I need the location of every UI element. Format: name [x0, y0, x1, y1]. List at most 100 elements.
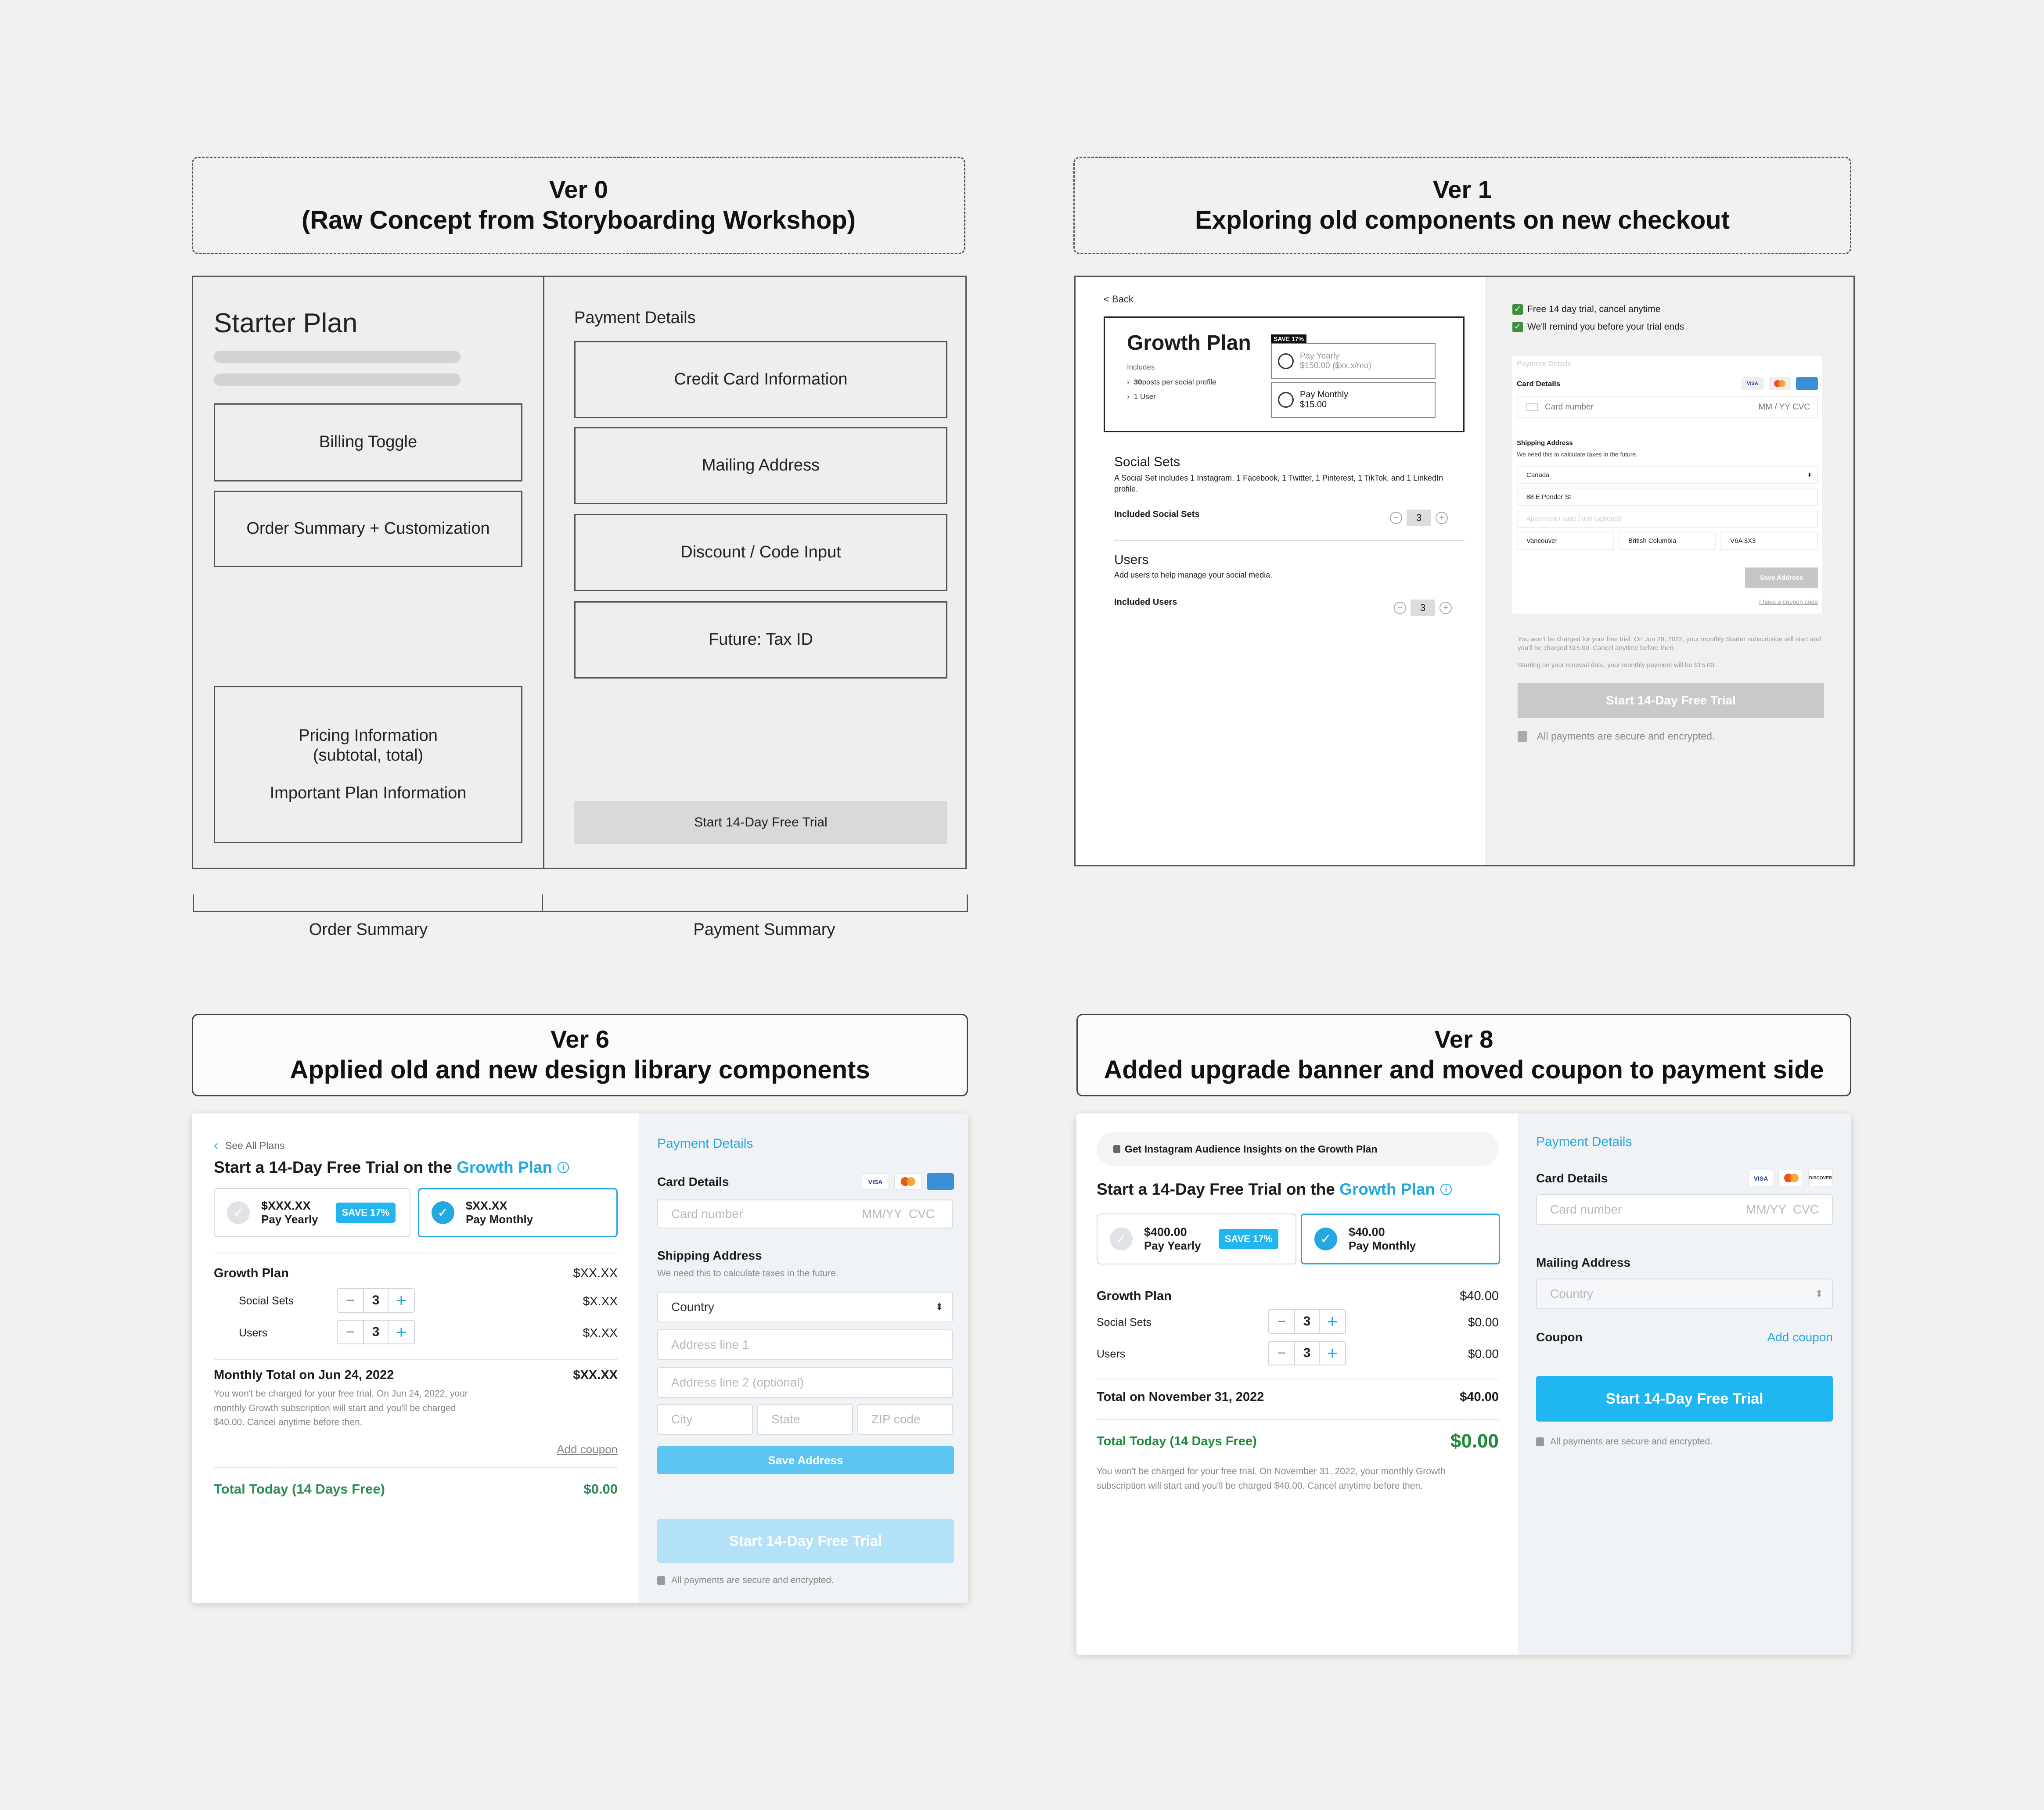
credit-card-icon: [1526, 403, 1538, 411]
users-stepper[interactable]: − 3 +: [1394, 600, 1452, 616]
postal-value: V6A 3X3: [1730, 537, 1756, 545]
social-price: $X.XX: [583, 1294, 618, 1308]
zip-input[interactable]: ZIP code: [857, 1404, 953, 1435]
ver0-wireframe: Starter Plan Billing Toggle Order Summar…: [192, 276, 967, 869]
growth-price: $40.00: [1460, 1289, 1499, 1303]
plus-icon[interactable]: +: [1320, 1310, 1345, 1333]
minus-icon[interactable]: −: [1269, 1310, 1294, 1333]
ver6-cta-button[interactable]: Start 14-Day Free Trial: [657, 1519, 954, 1563]
order-summary-label: Order Summary + Customization: [246, 519, 490, 538]
credit-card-box: Credit Card Information: [574, 341, 947, 418]
card-brands: VISA: [1736, 377, 1818, 390]
yearly-label: Pay Yearly: [1144, 1239, 1201, 1252]
pay-monthly-option[interactable]: Pay Monthly $15.00: [1271, 382, 1436, 418]
social-stepper[interactable]: −3 +: [1268, 1309, 1346, 1334]
users-stepper[interactable]: −3 +: [1268, 1341, 1346, 1365]
address1-input[interactable]: Address line 1: [657, 1329, 953, 1360]
card-number-input[interactable]: Card number MM/YY CVC: [657, 1199, 953, 1228]
pricing-info-box: Pricing Information (subtotal, total) Im…: [214, 686, 522, 843]
yearly-price: $XXX.XX: [261, 1199, 311, 1212]
social-qty[interactable]: 3: [1407, 510, 1432, 526]
plus-icon[interactable]: +: [389, 1289, 414, 1312]
check-icon: ✓: [1512, 322, 1523, 332]
city-input[interactable]: Vancouver: [1517, 532, 1614, 550]
mm-cvc-placeholder: MM / YY CVC: [1758, 402, 1810, 412]
plus-icon[interactable]: +: [1439, 602, 1452, 614]
monthly-text: Pay Monthly $15.00: [1300, 390, 1348, 410]
yearly-text: $XXX.XX Pay Yearly: [261, 1199, 318, 1226]
checklist-item: ✓ We'll remind you before your trial ends: [1512, 322, 1684, 332]
users-label: Users: [239, 1327, 268, 1339]
address2-input[interactable]: Address line 2 (optional): [657, 1367, 953, 1398]
card-number-input[interactable]: Card number MM/YY CVC: [1536, 1194, 1833, 1225]
ver8-screen: Get Instagram Audience Insights on the G…: [1076, 1113, 1851, 1655]
social-qty[interactable]: 3: [1294, 1310, 1320, 1333]
social-stepper[interactable]: −3 +: [337, 1288, 415, 1313]
country-select[interactable]: Canada ⬍: [1517, 466, 1818, 484]
heading-text: Start a 14-Day Free Trial on the: [1097, 1180, 1340, 1198]
plus-icon[interactable]: +: [1436, 512, 1448, 524]
address-input[interactable]: 88 E Pender St: [1517, 488, 1818, 506]
postal-input[interactable]: V6A 3X3: [1720, 532, 1818, 550]
mm-cvc-placeholder: MM/YY CVC: [862, 1207, 935, 1221]
apartment-input[interactable]: Apartment / suite / unit (optional): [1517, 510, 1818, 528]
social-price: $0.00: [1468, 1315, 1499, 1329]
mastercard-icon: [1769, 377, 1791, 390]
users-qty[interactable]: 3: [1411, 600, 1436, 616]
country-select[interactable]: Country ⬍: [657, 1292, 953, 1322]
heading-text: Start a 14-Day Free Trial on the: [214, 1158, 457, 1176]
pay-yearly-option[interactable]: ✓ $400.00 Pay Yearly SAVE 17%: [1097, 1214, 1296, 1264]
add-coupon-link[interactable]: Add coupon: [1767, 1330, 1833, 1344]
ver1-cta-button[interactable]: Start 14-Day Free Trial: [1518, 683, 1824, 718]
minus-icon[interactable]: −: [1269, 1342, 1294, 1365]
ver0-title-box: Ver 0 (Raw Concept from Storyboarding Wo…: [192, 157, 965, 254]
minus-icon[interactable]: −: [338, 1289, 363, 1312]
pay-yearly-option[interactable]: ✓ $XXX.XX Pay Yearly SAVE 17%: [214, 1188, 410, 1237]
back-link[interactable]: < Back: [1104, 294, 1134, 305]
country-select[interactable]: Country ⬍: [1536, 1278, 1833, 1309]
check-text: We'll remind you before your trial ends: [1527, 322, 1684, 332]
pay-monthly-option[interactable]: ✓ $XX.XX Pay Monthly: [418, 1188, 618, 1237]
minus-icon[interactable]: −: [1390, 512, 1402, 524]
users-qty[interactable]: 3: [363, 1321, 389, 1343]
city-input[interactable]: City: [657, 1404, 753, 1435]
state-input[interactable]: State: [757, 1404, 853, 1435]
shipping-label: Shipping Address: [1517, 439, 1573, 447]
section-divider: [214, 1467, 618, 1468]
add-coupon-link[interactable]: Add coupon: [557, 1443, 618, 1456]
apartment-placeholder: Apartment / suite / unit (optional): [1526, 515, 1622, 523]
ver8-title: Ver 8: [1434, 1025, 1493, 1053]
coupon-label: Coupon: [1536, 1330, 1583, 1344]
save-address-button[interactable]: Save Address: [657, 1446, 954, 1474]
pay-monthly-option[interactable]: ✓ $40.00 Pay Monthly: [1301, 1214, 1500, 1264]
users-qty[interactable]: 3: [1294, 1342, 1320, 1365]
section-bracket-divider: [542, 894, 543, 912]
tax-id-label: Future: Tax ID: [709, 630, 813, 649]
includes-label: Includes: [1127, 363, 1155, 371]
card-number-placeholder: Card number: [1550, 1203, 1622, 1216]
upgrade-banner[interactable]: Get Instagram Audience Insights on the G…: [1097, 1132, 1499, 1166]
ver0-cta-button[interactable]: Start 14-Day Free Trial: [574, 801, 947, 844]
ver8-cta-button[interactable]: Start 14-Day Free Trial: [1536, 1376, 1833, 1422]
monthly-total-label: Monthly Total on Jun 24, 2022: [214, 1368, 394, 1382]
coupon-link[interactable]: I have a coupon code: [1759, 598, 1818, 605]
social-stepper[interactable]: − 3 +: [1390, 510, 1448, 526]
country-placeholder: Country: [1550, 1287, 1594, 1300]
card-number-input[interactable]: Card number MM / YY CVC: [1517, 396, 1818, 418]
yearly-label: Pay Yearly: [261, 1213, 318, 1226]
placeholder-line: [214, 373, 461, 386]
users-stepper[interactable]: −3 +: [337, 1320, 415, 1344]
pay-yearly-option[interactable]: Pay Yearly $150.00 ($xx.x/mo): [1271, 343, 1436, 379]
minus-icon[interactable]: −: [338, 1321, 363, 1343]
total-on-row: Total on November 31, 2022 $40.00: [1097, 1390, 1499, 1404]
save-address-button[interactable]: Save Address: [1745, 567, 1818, 588]
province-value: British Columbia: [1628, 537, 1677, 545]
see-all-plans-link[interactable]: ‹ See All Plans: [214, 1138, 285, 1153]
section-divider: [214, 1359, 618, 1360]
social-qty[interactable]: 3: [363, 1289, 389, 1312]
plus-icon[interactable]: +: [1320, 1342, 1345, 1365]
minus-icon[interactable]: −: [1394, 602, 1406, 614]
ver8-payment-panel: Payment Details Card Details VISA DISCOV…: [1518, 1113, 1851, 1655]
plus-icon[interactable]: +: [389, 1321, 414, 1343]
province-input[interactable]: British Columbia: [1619, 532, 1716, 550]
